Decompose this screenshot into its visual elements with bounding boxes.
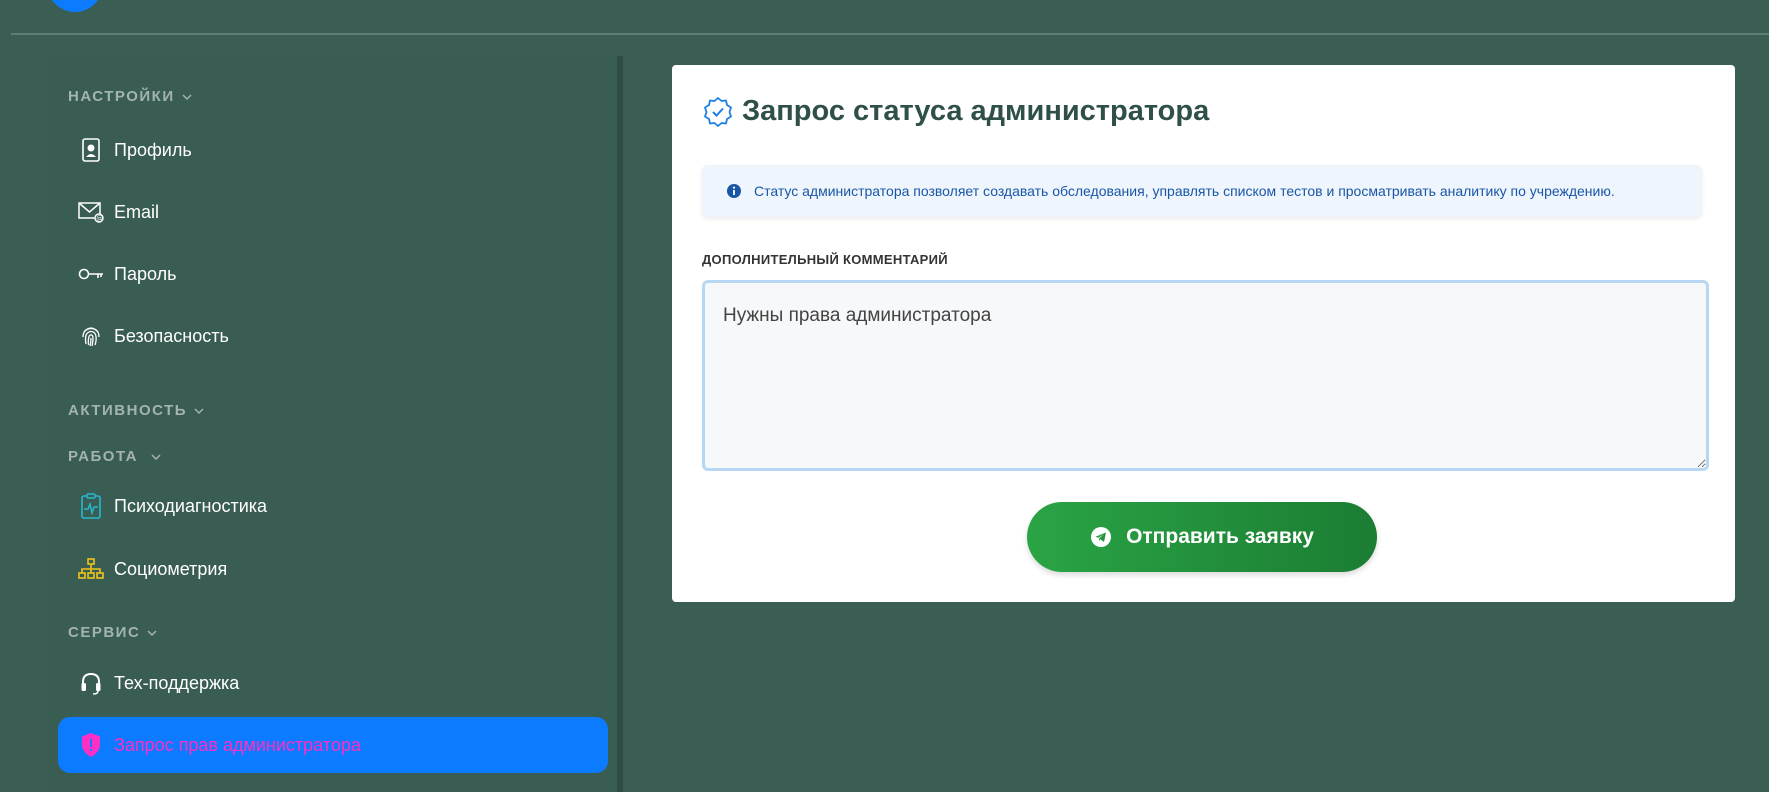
- hierarchy-icon: [78, 556, 104, 582]
- submit-request-button[interactable]: Отправить заявку: [1027, 502, 1377, 572]
- section-label: АКТИВНОСТЬ: [68, 402, 188, 419]
- sidebar-item-label: Психодиагностика: [114, 495, 268, 516]
- page-title-text: Запрос статуса администратора: [742, 95, 1210, 127]
- chevron-down-icon: [182, 93, 192, 100]
- section-settings[interactable]: НАСТРОЙКИ: [68, 88, 193, 105]
- sidebar-item-label: Пароль: [114, 263, 177, 284]
- sidebar-item-psychodiagnostics[interactable]: Психодиагностика: [58, 478, 608, 534]
- sidebar-item-security[interactable]: Безопасность: [58, 308, 608, 364]
- key-icon: [78, 261, 104, 287]
- comment-label: ДОПОЛНИТЕЛЬНЫЙ КОММЕНТАРИЙ: [702, 252, 948, 267]
- svg-text:@: @: [96, 215, 103, 223]
- sidebar-item-label: Социометрия: [114, 558, 228, 579]
- chevron-down-icon: [147, 629, 157, 636]
- sidebar-scrollbar[interactable]: [617, 56, 623, 792]
- section-label: РАБОТА: [68, 448, 139, 465]
- app-logo[interactable]: [47, 0, 103, 12]
- sidebar-item-profile[interactable]: Профиль: [58, 122, 608, 178]
- header-divider: [11, 33, 1769, 35]
- sidebar-item-admin-request[interactable]: Запрос прав администратора: [58, 717, 608, 773]
- sidebar-item-label: Профиль: [114, 139, 192, 160]
- sidebar-item-label: Email: [114, 201, 160, 222]
- sidebar-item-label: Запрос прав администратора: [114, 734, 361, 755]
- section-label: НАСТРОЙКИ: [68, 88, 175, 105]
- sidebar-item-support[interactable]: Тех-поддержка: [58, 655, 608, 711]
- section-label: СЕРВИС: [68, 624, 141, 641]
- shield-alert-icon: [78, 732, 104, 758]
- sidebar-item-label: Безопасность: [114, 325, 229, 346]
- submit-button-label: Отправить заявку: [1126, 525, 1314, 548]
- headset-icon: [78, 670, 104, 696]
- sidebar-item-email[interactable]: @ Email: [58, 184, 608, 240]
- chevron-down-icon: [194, 407, 204, 414]
- email-icon: @: [78, 199, 104, 225]
- section-service[interactable]: СЕРВИС: [68, 624, 158, 641]
- page-title: Запрос статуса администратора: [702, 95, 1209, 128]
- verified-badge-icon: [704, 96, 732, 127]
- fingerprint-icon: [78, 323, 104, 349]
- admin-request-card: Запрос статуса администратора Статус адм…: [672, 65, 1735, 602]
- sidebar-item-label: Тех-поддержка: [114, 672, 240, 693]
- clipboard-pulse-icon: [78, 493, 104, 519]
- info-text: Статус администратора позволяет создават…: [754, 183, 1615, 199]
- sidebar-item-password[interactable]: Пароль: [58, 246, 608, 302]
- section-work[interactable]: РАБОТА: [68, 448, 162, 465]
- profile-card-icon: [78, 137, 104, 163]
- sidebar-item-sociometry[interactable]: Социометрия: [58, 541, 608, 597]
- info-icon: [727, 184, 741, 198]
- section-activity[interactable]: АКТИВНОСТЬ: [68, 402, 205, 419]
- info-alert: Статус администратора позволяет создават…: [702, 165, 1702, 217]
- telegram-send-icon: [1091, 527, 1112, 547]
- comment-textarea[interactable]: Нужны права администратора: [702, 280, 1709, 471]
- chevron-down-icon: [151, 453, 161, 460]
